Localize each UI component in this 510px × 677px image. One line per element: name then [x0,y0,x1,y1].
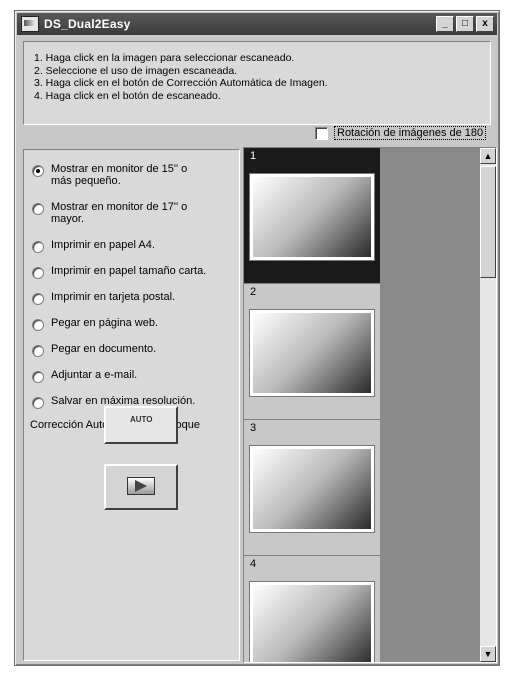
instructions-box: 1. Haga click en la imagen para seleccio… [23,41,491,125]
thumbnail-item[interactable]: 2 [244,284,380,420]
radio-button[interactable] [32,293,44,305]
instruction-line: 2. Seleccione el uso de imagen escaneada… [34,64,238,77]
thumbnail-item[interactable]: 1 [244,148,380,284]
radio-button[interactable] [32,319,44,331]
rotation-option[interactable]: Rotación de imágenes de 180 [315,126,487,140]
option-label[interactable]: Pegar en página web. [51,317,211,329]
radio-button[interactable] [32,241,44,253]
title-bar[interactable]: DS_Dual2Easy _ □ x [17,13,497,35]
instruction-line: 4. Haga click en el botón de escaneado. [34,89,221,102]
thumbnail-image[interactable] [250,446,374,532]
auto-focus-icon: AUTO [130,415,153,424]
thumbnail-panel: 1 2 3 4 ▲ ▼ [243,147,497,663]
option-label[interactable]: Imprimir en tarjeta postal. [51,291,211,303]
thumbnail-item[interactable]: 3 [244,420,380,556]
app-window: DS_Dual2Easy _ □ x 1. Haga click en la i… [14,10,500,666]
scan-button[interactable] [104,464,178,510]
option-label[interactable]: Mostrar en monitor de 17'' o mayor. [51,201,211,225]
option-label[interactable]: Mostrar en monitor de 15'' o más pequeño… [51,163,211,187]
option-label[interactable]: Adjuntar a e-mail. [51,369,211,381]
thumbnail-item[interactable]: 4 [244,556,380,662]
option-web-page[interactable]: Pegar en página web. [32,317,239,331]
radio-button[interactable] [32,397,44,409]
thumbnail-image[interactable] [250,582,374,662]
option-monitor-15[interactable]: Mostrar en monitor de 15'' o más pequeño… [32,163,239,187]
option-monitor-17[interactable]: Mostrar en monitor de 17'' o mayor. [32,201,239,225]
option-label[interactable]: Imprimir en papel tamaño carta. [51,265,211,277]
option-print-letter[interactable]: Imprimir en papel tamaño carta. [32,265,239,279]
auto-focus-button[interactable]: AUTO [104,406,178,444]
radio-button[interactable] [32,165,44,177]
scroll-up-arrow-icon[interactable]: ▲ [480,148,496,164]
thumbnail-number: 3 [250,422,257,434]
thumbnail-image[interactable] [250,174,374,260]
radio-button[interactable] [32,345,44,357]
option-document[interactable]: Pegar en documento. [32,343,239,357]
scan-play-icon [127,477,155,495]
window-controls: _ □ x [436,16,494,32]
usage-options-panel: Mostrar en monitor de 15'' o más pequeño… [23,149,240,661]
option-print-postcard[interactable]: Imprimir en tarjeta postal. [32,291,239,305]
thumbnail-number: 2 [250,286,257,298]
radio-button[interactable] [32,371,44,383]
thumbnail-number: 4 [250,558,257,570]
maximize-button[interactable]: □ [456,16,474,32]
thumbnail-image[interactable] [250,310,374,396]
option-label[interactable]: Pegar en documento. [51,343,211,355]
rotation-checkbox[interactable] [315,126,328,140]
option-email[interactable]: Adjuntar a e-mail. [32,369,239,383]
option-label[interactable]: Imprimir en papel A4. [51,239,211,251]
instruction-line: 3. Haga click en el botón de Corrección … [34,77,328,89]
window-title: DS_Dual2Easy [44,17,131,31]
option-print-a4[interactable]: Imprimir en papel A4. [32,239,239,253]
rotation-label[interactable]: Rotación de imágenes de 180 [334,126,487,140]
scanner-icon [21,16,39,32]
close-button[interactable]: x [476,16,494,32]
thumbnail-number: 1 [250,150,257,162]
vertical-scrollbar[interactable]: ▲ ▼ [480,148,496,662]
instruction-line: 1. Haga click en la imagen para seleccio… [34,52,295,64]
radio-button[interactable] [32,203,44,215]
radio-button[interactable] [32,267,44,279]
scroll-thumb[interactable] [480,166,496,278]
minimize-button[interactable]: _ [436,16,454,32]
scroll-down-arrow-icon[interactable]: ▼ [480,646,496,662]
thumbnail-list: 1 2 3 4 [244,148,380,662]
